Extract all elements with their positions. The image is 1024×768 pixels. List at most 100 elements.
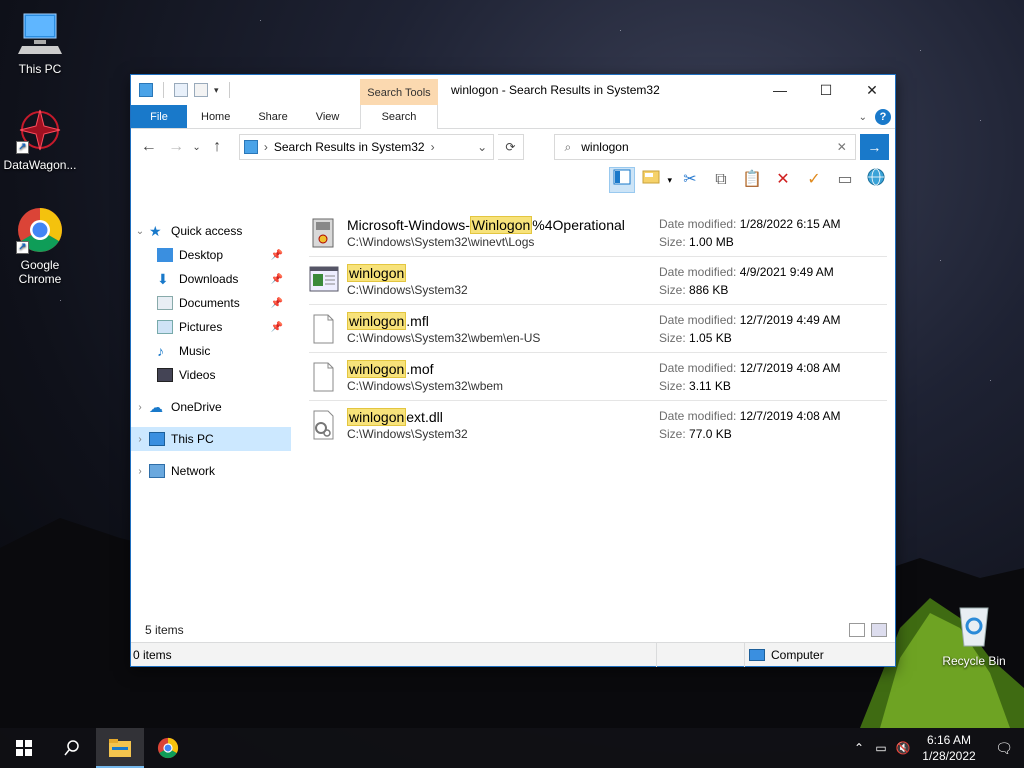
clock[interactable]: 6:16 AM 1/28/2022 (914, 732, 984, 764)
rename-check-icon[interactable]: ✓ (801, 167, 827, 193)
tab-home[interactable]: Home (187, 105, 244, 128)
list-item[interactable]: winlogon .mof C:\Windows\System32\wbem Da… (309, 353, 887, 401)
dropdown-chevron-icon[interactable]: ▾ (667, 175, 672, 186)
event-log-file-icon (309, 217, 337, 249)
network-globe-icon[interactable] (863, 167, 889, 193)
tab-view[interactable]: View (302, 105, 354, 128)
chevron-right-icon[interactable]: › (131, 434, 149, 445)
new-folder-icon[interactable] (194, 83, 208, 97)
maximize-button[interactable]: ☐ (803, 75, 849, 105)
network-icon[interactable]: ▭ (870, 741, 892, 755)
back-arrow-icon[interactable]: ← (137, 138, 160, 156)
chevron-up-icon[interactable]: ⌃ (848, 741, 870, 755)
sidebar-item-quick-access[interactable]: ⌄ ★ Quick access (131, 219, 291, 243)
address-field[interactable]: › Search Results in System32 › ⌄ (238, 134, 495, 160)
desktop-icon-google-chrome[interactable]: ↗ Google Chrome (0, 206, 80, 286)
pin-icon[interactable]: 📌 (271, 274, 283, 285)
taskbar-chrome[interactable] (144, 728, 192, 768)
file-meta: Date modified: 1/28/2022 6:15 AM Size: 1… (659, 217, 841, 249)
title-bar: ▾ Search Tools winlogon - Search Results… (131, 75, 895, 105)
clear-search-icon[interactable]: ✕ (837, 140, 847, 154)
clock-date: 1/28/2022 (922, 749, 976, 763)
list-item[interactable]: winlogon .mfl C:\Windows\System32\wbem\en… (309, 305, 887, 353)
taskbar-file-explorer[interactable] (96, 728, 144, 768)
preview-pane-icon[interactable] (609, 167, 636, 193)
sidebar-item-videos[interactable]: Videos (131, 363, 291, 387)
paste-clipboard-icon[interactable]: 📋 (739, 167, 765, 193)
details-view-icon[interactable] (849, 623, 865, 637)
tab-file[interactable]: File (131, 105, 187, 128)
desktop-icon-label: DataWagon... (3, 158, 77, 172)
taskbar-search-button[interactable] (48, 728, 96, 768)
date-modified: 12/7/2019 4:49 AM (739, 313, 841, 327)
file-path: C:\Windows\System32\wbem (347, 378, 504, 393)
breadcrumb[interactable]: Search Results in System32 (274, 140, 425, 154)
expand-ribbon-chevron-icon[interactable]: ⌄ (859, 112, 867, 123)
close-button[interactable]: ✕ (849, 75, 895, 105)
customize-qat-dropdown-icon[interactable]: ▾ (214, 85, 219, 96)
pin-icon[interactable]: 📌 (271, 322, 283, 333)
sidebar-item-pictures[interactable]: Pictures 📌 (131, 315, 291, 339)
tab-share[interactable]: Share (244, 105, 301, 128)
help-icon[interactable]: ? (875, 109, 891, 125)
file-name: winlogon .mfl (347, 311, 429, 330)
sidebar-item-music[interactable]: ♪ Music (131, 339, 291, 363)
selected-count: 0 items (131, 642, 657, 667)
file-path: C:\Windows\System32 (347, 427, 468, 441)
sidebar-item-label: Quick access (171, 224, 243, 238)
delete-x-icon[interactable]: ✕ (770, 167, 796, 193)
search-input[interactable]: ⌕ winlogon ✕ (553, 134, 856, 160)
list-item[interactable]: winlogon C:\Windows\System32 Date modifi… (309, 257, 887, 305)
sidebar-item-onedrive[interactable]: › ☁ OneDrive (131, 395, 291, 419)
large-icons-view-icon[interactable] (871, 623, 887, 637)
chevron-down-icon[interactable]: ⌄ (131, 226, 149, 237)
select-all-icon[interactable]: ▭ (832, 167, 858, 193)
sidebar-item-downloads[interactable]: ⬇ Downloads 📌 (131, 267, 291, 291)
pin-icon[interactable]: 📌 (271, 250, 283, 261)
tab-search[interactable]: Search (360, 105, 438, 129)
sidebar-item-desktop[interactable]: Desktop 📌 (131, 243, 291, 267)
desktop-icon-label: This PC (18, 62, 62, 76)
taskbar: ⌃ ▭ 🔇 6:16 AM 1/28/2022 🗨 (0, 728, 1024, 768)
sidebar-item-this-pc[interactable]: › This PC (131, 427, 291, 451)
pin-icon[interactable]: 📌 (271, 298, 283, 309)
properties-icon[interactable] (174, 83, 188, 97)
recent-locations-chevron-icon[interactable]: ⌄ (192, 142, 202, 153)
list-item[interactable]: Microsoft-Windows- Winlogon %4Operational … (309, 209, 887, 257)
desktop-icon-this-pc[interactable]: This PC (0, 10, 80, 76)
quick-access-toolbar: ▾ (131, 75, 234, 105)
forward-arrow-icon[interactable]: → (164, 138, 187, 156)
list-item[interactable]: winlogon ext.dll C:\Windows\System32 Date… (309, 401, 887, 449)
properties-folder-icon[interactable] (640, 167, 662, 193)
ribbon-tab-bar: File Home Share View Search ⌄ ? (131, 105, 895, 129)
volume-muted-icon[interactable]: 🔇 (892, 741, 914, 755)
cut-scissors-icon[interactable]: ✂ (677, 167, 703, 193)
computer-icon (149, 432, 165, 446)
refresh-icon[interactable]: ⟳ (498, 134, 524, 160)
file-path: C:\Windows\System32\winevt\Logs (347, 234, 535, 249)
sidebar-item-network[interactable]: › Network (131, 459, 291, 483)
date-modified: 4/9/2021 9:49 AM (739, 265, 834, 279)
notifications-icon[interactable]: 🗨 (984, 740, 1024, 757)
blank-file-icon (309, 313, 337, 345)
minimize-button[interactable]: — (757, 75, 803, 105)
desktop-icon-datawagon[interactable]: ↗ DataWagon... (0, 106, 80, 172)
network-icon (149, 464, 165, 478)
sidebar-item-label: OneDrive (171, 400, 222, 414)
copy-icon[interactable]: ⧉ (708, 167, 734, 193)
search-icon: ⌕ (564, 139, 572, 154)
search-go-arrow-icon[interactable]: → (859, 134, 889, 160)
file-name: winlogon .mof (347, 359, 434, 378)
up-arrow-icon[interactable]: ↑ (205, 138, 228, 156)
chevron-right-icon[interactable]: › (131, 466, 149, 477)
file-size: 1.00 MB (689, 235, 734, 249)
folder-icon (109, 739, 131, 757)
desktop-icon-recycle-bin[interactable]: Recycle Bin (934, 602, 1014, 668)
sidebar-item-documents[interactable]: Documents 📌 (131, 291, 291, 315)
start-button[interactable] (0, 728, 48, 768)
sidebar-item-label: Music (179, 344, 211, 358)
address-dropdown-chevron-icon[interactable]: ⌄ (477, 140, 487, 154)
chevron-right-icon[interactable]: › (131, 402, 149, 413)
shortcut-arrow-icon: ↗ (16, 241, 29, 254)
details-status-bar: 0 items Computer (131, 642, 895, 667)
